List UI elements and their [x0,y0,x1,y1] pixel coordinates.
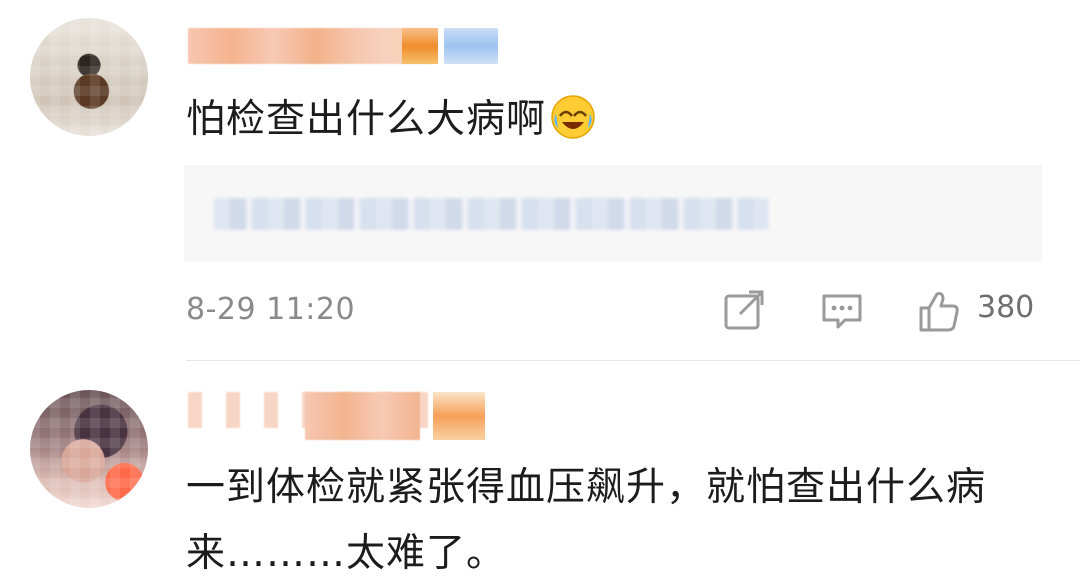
comment-body: 怕检查出什么大病啊 [186,97,547,142]
timestamp: 8-29 11:20 [186,292,356,327]
vip-badge-icon [444,28,498,64]
user-badge-icon [402,28,438,64]
avatar[interactable] [30,390,148,508]
quoted-reply-box[interactable] [184,165,1042,262]
username-redacted-part [305,392,420,440]
divider [186,360,1080,361]
quoted-reply-redacted [214,198,769,230]
comment-text: 一到体检就紧张得血压飙升，就怕查出什么病来………太难了。 [186,465,987,576]
share-button[interactable] [722,288,766,332]
laughing-crying-emoji-icon [550,94,596,140]
avatar[interactable] [30,18,148,136]
comment-list: 怕检查出什么大病啊 8-29 11:20 380 一到体检就紧张得血压飙升，就怕… [0,0,1080,587]
comment-text: 怕检查出什么大病啊 [186,90,596,150]
like-count: 380 [977,290,1035,325]
like-button[interactable]: 380 [915,288,1045,332]
username-redacted[interactable] [188,28,433,64]
reply-button[interactable] [820,288,864,332]
user-badge-icon [433,392,485,440]
reply-icon [822,294,862,329]
share-icon [724,290,764,330]
